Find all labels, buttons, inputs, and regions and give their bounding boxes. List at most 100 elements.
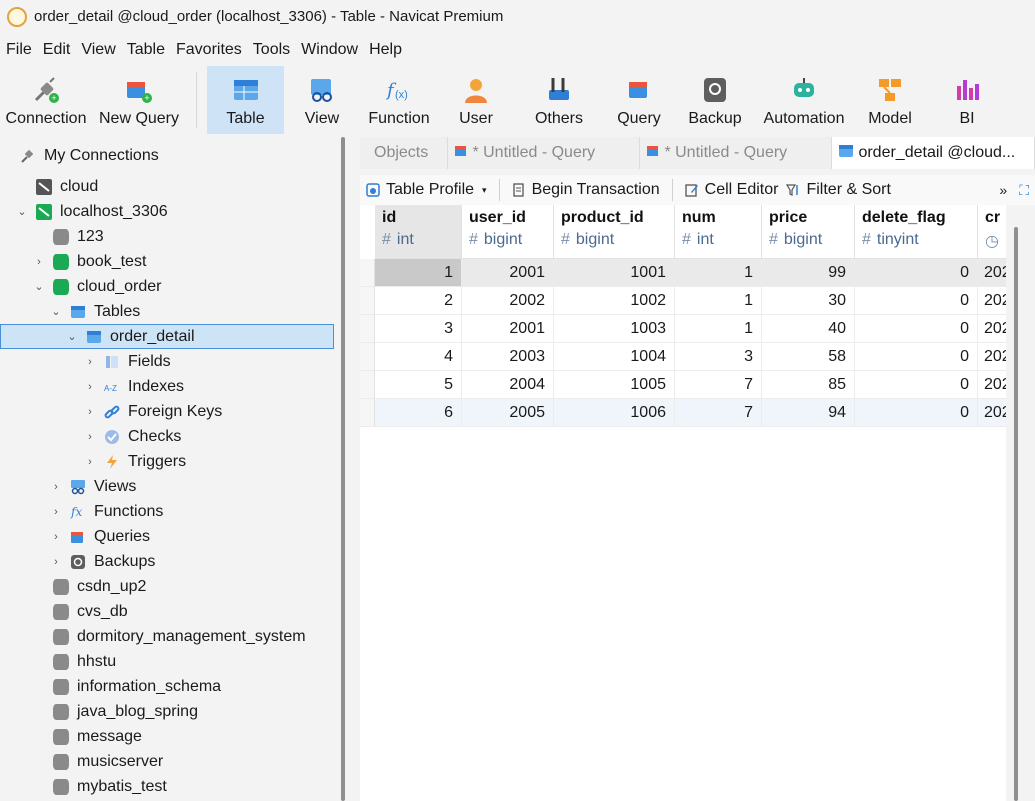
menu-tools[interactable]: Tools (247, 38, 295, 62)
tree-item-db-information-schema[interactable]: information_schema (53, 674, 221, 699)
menu-table[interactable]: Table (121, 38, 170, 62)
table-cell[interactable]: 1002 (554, 287, 675, 315)
table-cell[interactable]: 58 (762, 343, 855, 371)
table-cell[interactable]: 202 (978, 343, 1006, 371)
expand-icon[interactable]: ⛶ (1013, 182, 1035, 199)
menu-file[interactable]: File (0, 38, 37, 62)
tree-item-queries[interactable]: › Queries (50, 524, 150, 549)
table-row[interactable]: 2200210021300202 (360, 287, 1006, 315)
table-cell[interactable]: 0 (855, 371, 978, 399)
table-row[interactable]: 4200310043580202 (360, 343, 1006, 371)
function-button[interactable]: f (x) Function (360, 66, 438, 134)
table-cell[interactable]: 1 (675, 287, 762, 315)
grid-scrollbar[interactable] (1014, 227, 1018, 801)
table-cell[interactable]: 3 (375, 315, 462, 343)
tree-item-db-123[interactable]: 123 (53, 224, 104, 249)
chevron-right-icon[interactable]: › (84, 381, 96, 393)
chevron-right-icon[interactable]: › (33, 256, 45, 268)
chevron-right-icon[interactable]: › (50, 506, 62, 518)
new-query-button[interactable]: + New Query (92, 66, 186, 134)
table-cell[interactable]: 1 (375, 259, 462, 287)
chevron-right-icon[interactable]: › (50, 481, 62, 493)
tree-item-cloud[interactable]: cloud (36, 174, 98, 199)
chevron-down-icon[interactable]: ⌄ (50, 305, 62, 318)
column-header-price[interactable]: price # bigint (762, 205, 855, 259)
tree-item-db-musicserver[interactable]: musicserver (53, 749, 163, 774)
tree-item-triggers[interactable]: › Triggers (84, 449, 186, 474)
menu-help[interactable]: Help (363, 38, 407, 62)
table-cell[interactable]: 1 (675, 259, 762, 287)
table-cell[interactable]: 0 (855, 315, 978, 343)
row-marker[interactable] (360, 315, 375, 343)
column-header-delete-flag[interactable]: delete_flag # tinyint (855, 205, 978, 259)
backup-button[interactable]: Backup (674, 66, 756, 134)
table-row[interactable]: 5200410057850202 (360, 371, 1006, 399)
tree-item-indexes[interactable]: › A-Z Indexes (84, 374, 184, 399)
cell-editor-button[interactable]: Cell Editor (679, 181, 785, 199)
table-cell[interactable]: 2001 (462, 315, 554, 343)
chevron-right-icon[interactable]: › (84, 456, 96, 468)
chevron-right-icon[interactable]: › (50, 531, 62, 543)
row-marker[interactable] (360, 371, 375, 399)
chevron-right-icon[interactable]: › (50, 556, 62, 568)
column-header-id[interactable]: id # int (375, 205, 462, 259)
table-cell[interactable]: 2002 (462, 287, 554, 315)
tree-item-db-dormitory[interactable]: dormitory_management_system (53, 624, 306, 649)
bi-button[interactable]: BI (928, 66, 1006, 134)
table-cell[interactable]: 85 (762, 371, 855, 399)
table-cell[interactable]: 6 (375, 399, 462, 427)
table-cell[interactable]: 1004 (554, 343, 675, 371)
table-cell[interactable]: 2001 (462, 259, 554, 287)
row-marker[interactable] (360, 287, 375, 315)
tab-order-detail[interactable]: order_detail @cloud... (832, 137, 1035, 169)
menu-window[interactable]: Window (295, 38, 363, 62)
table-cell[interactable]: 202 (978, 259, 1006, 287)
tree-item-db-book-test[interactable]: › book_test (33, 249, 146, 274)
table-profile-dropdown[interactable]: Table Profile ▾ (360, 181, 493, 199)
table-cell[interactable]: 0 (855, 287, 978, 315)
tree-item-db-cvs-db[interactable]: cvs_db (53, 599, 128, 624)
model-button[interactable]: Model (852, 66, 928, 134)
table-cell[interactable]: 0 (855, 343, 978, 371)
table-cell[interactable]: 2003 (462, 343, 554, 371)
table-cell[interactable]: 30 (762, 287, 855, 315)
tab-objects[interactable]: Objects (360, 137, 448, 169)
chevron-right-icon[interactable]: › (84, 406, 96, 418)
tree-item-foreign-keys[interactable]: › Foreign Keys (84, 399, 222, 424)
table-cell[interactable]: 7 (675, 399, 762, 427)
table-cell[interactable]: 1003 (554, 315, 675, 343)
table-cell[interactable]: 202 (978, 287, 1006, 315)
table-row[interactable]: 6200510067940202 (360, 399, 1006, 427)
table-cell[interactable]: 2004 (462, 371, 554, 399)
tree-item-tables[interactable]: ⌄ Tables (50, 299, 140, 324)
table-cell[interactable]: 202 (978, 399, 1006, 427)
user-button[interactable]: User (438, 66, 514, 134)
tab-untitled-query-1[interactable]: * Untitled - Query (448, 137, 640, 169)
table-cell[interactable]: 94 (762, 399, 855, 427)
chevron-right-icon[interactable]: › (84, 431, 96, 443)
more-tools-button[interactable]: » (993, 182, 1013, 198)
connection-button[interactable]: + Connection (0, 66, 92, 134)
others-button[interactable]: Others (514, 66, 604, 134)
table-cell[interactable]: 1006 (554, 399, 675, 427)
tree-item-db-mybatis-test[interactable]: mybatis_test (53, 774, 167, 799)
column-header-user-id[interactable]: user_id # bigint (462, 205, 554, 259)
tab-untitled-query-2[interactable]: * Untitled - Query (640, 137, 832, 169)
column-header-num[interactable]: num # int (675, 205, 762, 259)
table-cell[interactable]: 2005 (462, 399, 554, 427)
chevron-down-icon[interactable]: ⌄ (33, 280, 45, 293)
tree-item-order-detail[interactable]: ⌄ order_detail (66, 324, 194, 349)
table-cell[interactable]: 40 (762, 315, 855, 343)
view-button[interactable]: View (284, 66, 360, 134)
tree-item-checks[interactable]: › Checks (84, 424, 181, 449)
menu-view[interactable]: View (75, 38, 120, 62)
tree-item-db-csdn-up2[interactable]: csdn_up2 (53, 574, 146, 599)
column-header-created[interactable]: cr ◷ (978, 205, 1006, 259)
table-cell[interactable]: 2 (375, 287, 462, 315)
chevron-down-icon[interactable]: ⌄ (16, 205, 28, 218)
table-cell[interactable]: 202 (978, 315, 1006, 343)
chevron-down-icon[interactable]: ⌄ (66, 330, 78, 343)
chevron-right-icon[interactable]: › (84, 356, 96, 368)
query-button[interactable]: Query (604, 66, 674, 134)
row-marker[interactable] (360, 259, 375, 287)
